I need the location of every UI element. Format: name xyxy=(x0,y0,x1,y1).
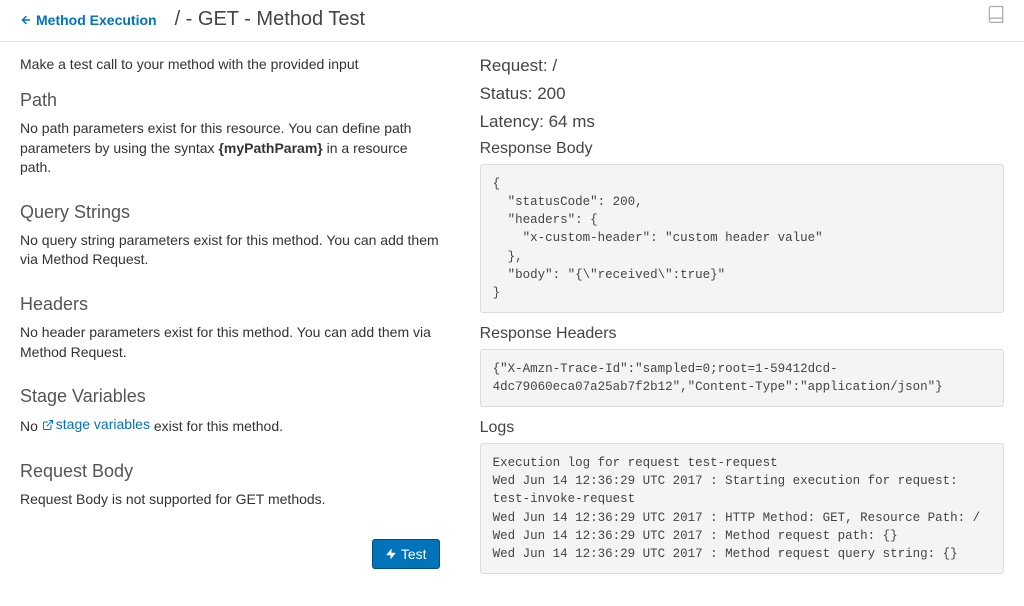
stage-suffix: exist for this method. xyxy=(150,418,283,434)
latency-value: 64 ms xyxy=(549,112,595,131)
intro-text: Make a test call to your method with the… xyxy=(20,56,440,72)
stage-head: Stage Variables xyxy=(20,386,440,407)
page-header: Method Execution / - GET - Method Test xyxy=(0,0,1024,42)
path-body: No path parameters exist for this resour… xyxy=(20,119,440,178)
path-head: Path xyxy=(20,90,440,111)
stage-variables-link[interactable]: stage variables xyxy=(42,415,150,435)
response-body-label: Response Body xyxy=(480,140,1004,158)
response-body: { "statusCode": 200, "headers": { "x-cus… xyxy=(480,164,1004,313)
path-body-bold: {myPathParam} xyxy=(218,140,322,156)
external-link-icon xyxy=(42,419,54,431)
response-headers: {"X-Amzn-Trace-Id":"sampled=0;root=1-594… xyxy=(480,349,1004,407)
back-link-label: Method Execution xyxy=(36,12,157,28)
test-button-label: Test xyxy=(401,546,427,562)
status-value: 200 xyxy=(537,84,565,103)
logs: Execution log for request test-request W… xyxy=(480,443,1004,574)
page-title: / - GET - Method Test xyxy=(175,8,365,31)
status-label: Status: xyxy=(480,84,538,103)
qs-body: No query string parameters exist for thi… xyxy=(20,231,440,270)
stage-prefix: No xyxy=(20,418,42,434)
test-row: Test xyxy=(20,539,440,569)
back-link[interactable]: Method Execution xyxy=(20,12,157,28)
docs-icon[interactable] xyxy=(986,4,1006,27)
reqbody-body: Request Body is not supported for GET me… xyxy=(20,490,440,510)
lightning-icon xyxy=(385,547,397,561)
reqbody-head: Request Body xyxy=(20,461,440,482)
response-headers-label: Response Headers xyxy=(480,325,1004,343)
right-column: Request: / Status: 200 Latency: 64 ms Re… xyxy=(480,56,1004,586)
stage-link-label: stage variables xyxy=(56,415,150,435)
request-value: / xyxy=(552,56,557,75)
content: Make a test call to your method with the… xyxy=(0,42,1024,606)
headers-head: Headers xyxy=(20,294,440,315)
test-button[interactable]: Test xyxy=(372,539,440,569)
stage-body: No stage variables exist for this method… xyxy=(20,415,440,436)
headers-body: No header parameters exist for this meth… xyxy=(20,323,440,362)
logs-label: Logs xyxy=(480,419,1004,437)
arrow-left-icon xyxy=(20,14,32,26)
request-label: Request: xyxy=(480,56,553,75)
request-line: Request: / xyxy=(480,56,1004,76)
qs-head: Query Strings xyxy=(20,202,440,223)
latency-line: Latency: 64 ms xyxy=(480,112,1004,132)
left-column: Make a test call to your method with the… xyxy=(20,56,440,586)
latency-label: Latency: xyxy=(480,112,549,131)
status-line: Status: 200 xyxy=(480,84,1004,104)
